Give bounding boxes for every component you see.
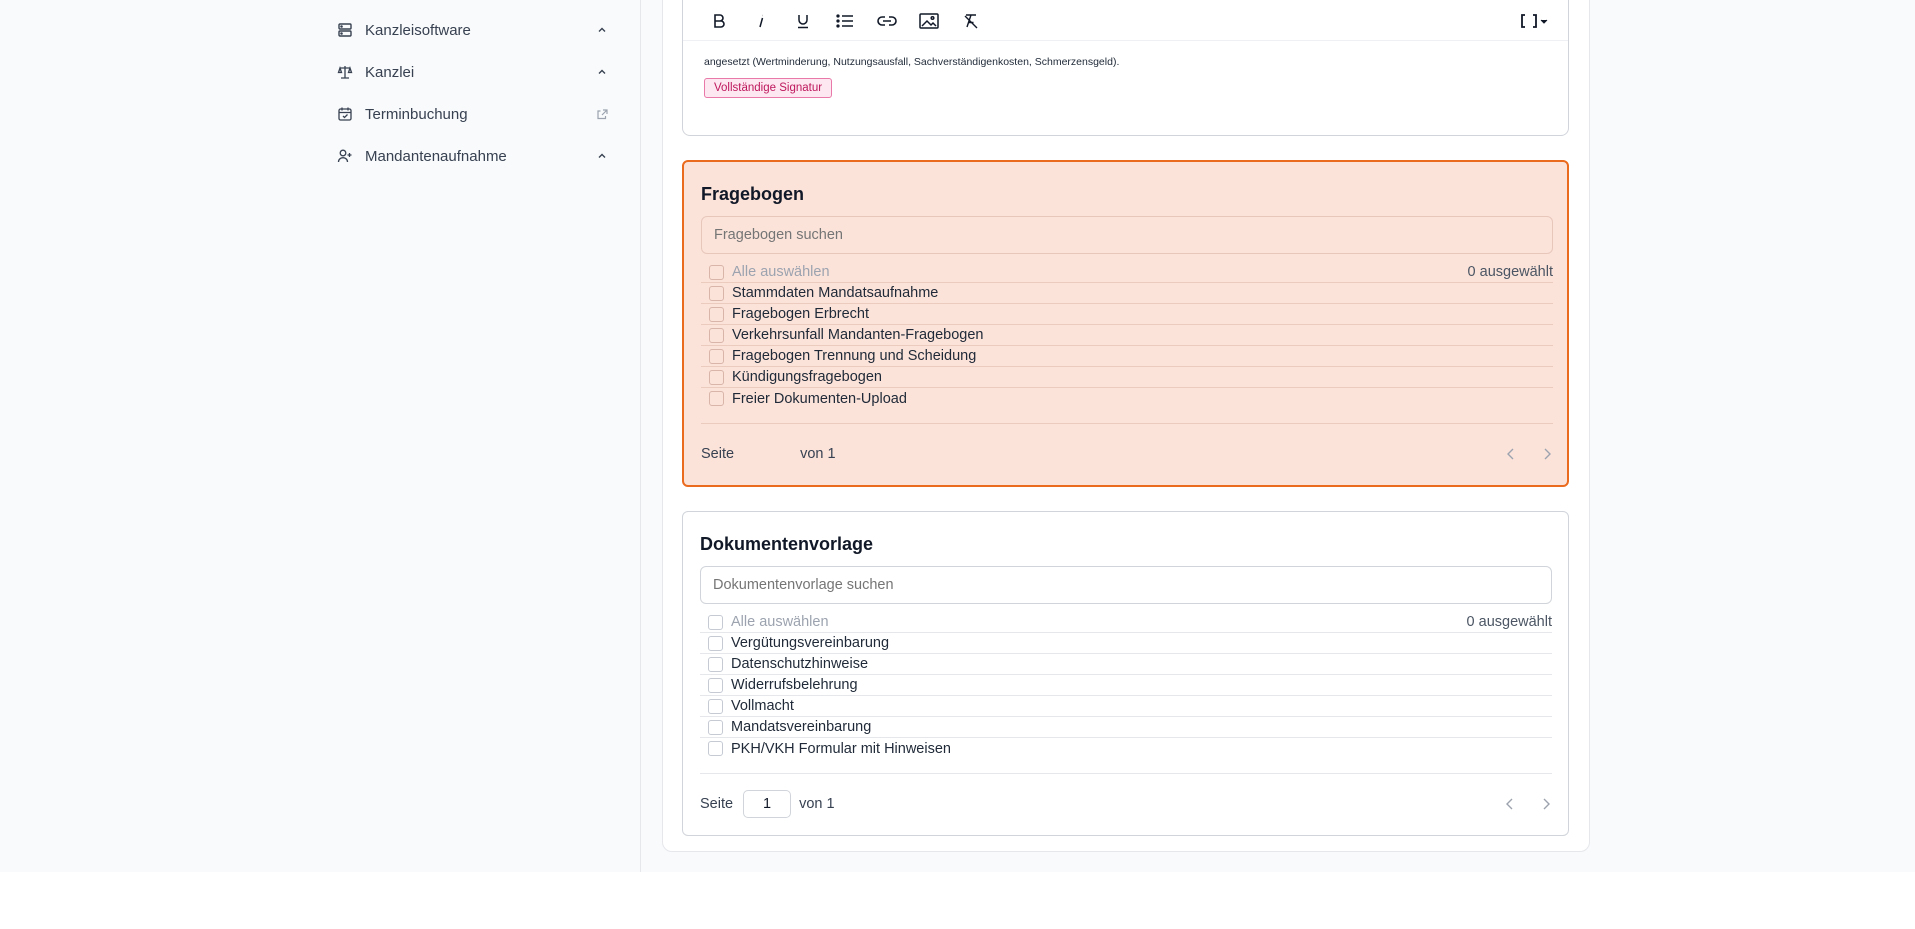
chevron-up-icon[interactable] xyxy=(595,65,609,79)
item-checkbox[interactable] xyxy=(709,306,724,322)
list-icon[interactable] xyxy=(829,5,861,37)
chevron-right-icon[interactable] xyxy=(1539,446,1555,462)
chevron-left-icon[interactable] xyxy=(1502,796,1518,812)
item-checkbox[interactable] xyxy=(709,391,724,406)
dokumentenvorlage-list: Alle auswählen 0 ausgewählt Vergütungsve… xyxy=(700,612,1552,759)
italic-icon[interactable] xyxy=(745,5,777,37)
select-all-row[interactable]: Alle auswählen 0 ausgewählt xyxy=(701,262,1553,283)
page-label: Seite xyxy=(700,796,734,812)
item-checkbox[interactable] xyxy=(709,348,724,364)
page-total: von 1 xyxy=(800,446,836,462)
item-label: Datenschutzhinweise xyxy=(731,656,869,672)
item-checkbox[interactable] xyxy=(709,327,724,343)
select-all-label: Alle auswählen xyxy=(732,264,830,280)
list-item[interactable]: Verkehrsunfall Mandanten-Fragebogen xyxy=(701,325,1553,346)
list-item[interactable]: Vollmacht xyxy=(700,696,1552,717)
item-label: Mandatsvereinbarung xyxy=(731,719,872,735)
item-label: PKH/VKH Formular mit Hinweisen xyxy=(731,740,951,757)
sidebar-item-label: Kanzleisoftware xyxy=(365,21,471,39)
item-checkbox[interactable] xyxy=(709,285,724,301)
item-checkbox[interactable] xyxy=(708,635,723,651)
image-icon[interactable] xyxy=(913,5,945,37)
clear-format-icon[interactable] xyxy=(955,5,987,37)
item-checkbox[interactable] xyxy=(708,656,723,672)
select-all-row[interactable]: Alle auswählen 0 ausgewählt xyxy=(700,612,1552,633)
user-plus-icon xyxy=(337,148,353,164)
sidebar-item-kanzlei[interactable]: Kanzlei xyxy=(337,57,609,87)
signature-editor[interactable]: angesetzt (Wertminderung, Nutzungsausfal… xyxy=(682,0,1569,136)
item-label: Verkehrsunfall Mandanten-Fragebogen xyxy=(732,327,984,343)
list-item[interactable]: Kündigungsfragebogen xyxy=(701,367,1553,388)
panel-title: Dokumentenvorlage xyxy=(700,534,874,554)
item-checkbox[interactable] xyxy=(708,698,723,714)
divider xyxy=(701,423,1553,424)
signature-badge[interactable]: Vollständige Signatur xyxy=(704,78,833,98)
list-item[interactable]: Datenschutzhinweise xyxy=(700,654,1552,675)
page-number-input[interactable] xyxy=(744,440,793,468)
bold-icon[interactable] xyxy=(703,5,735,37)
sidebar: Kanzleisoftware Kanzlei Terminbuchung Ma… xyxy=(0,0,641,872)
sidebar-item-kanzleisoftware[interactable]: Kanzleisoftware xyxy=(337,15,609,45)
brackets-icon[interactable] xyxy=(1515,5,1555,37)
underline-icon[interactable] xyxy=(787,5,819,37)
dokumentenvorlage-panel: Dokumentenvorlage Alle auswählen 0 ausge… xyxy=(682,511,1569,836)
pagination: Seite von 1 xyxy=(700,789,1552,819)
sidebar-item-mandantenaufnahme[interactable]: Mandantenaufnahme xyxy=(337,141,609,171)
list-item[interactable]: Mandatsvereinbarung xyxy=(700,717,1552,738)
list-item[interactable]: PKH/VKH Formular mit Hinweisen xyxy=(700,738,1552,759)
item-checkbox[interactable] xyxy=(708,719,723,735)
chevron-right-icon[interactable] xyxy=(1538,796,1554,812)
sidebar-item-label: Kanzlei xyxy=(365,63,415,81)
page-label: Seite xyxy=(701,446,735,462)
sidebar-item-label: Terminbuchung xyxy=(365,105,468,123)
editor-text[interactable]: angesetzt (Wertminderung, Nutzungsausfal… xyxy=(704,56,1119,68)
link-icon[interactable] xyxy=(871,5,903,37)
chevron-up-icon[interactable] xyxy=(595,149,609,163)
page-number-input[interactable] xyxy=(743,790,792,818)
fragebogen-panel: Fragebogen Alle auswählen 0 ausgewählt S… xyxy=(682,160,1569,487)
sidebar-item-label: Mandantenaufnahme xyxy=(365,147,507,165)
select-all-checkbox[interactable] xyxy=(709,264,724,280)
list-item[interactable]: Widerrufsbelehrung xyxy=(700,675,1552,696)
item-label: Vollmacht xyxy=(731,698,794,714)
panel-title: Fragebogen xyxy=(701,184,805,204)
scale-icon xyxy=(337,64,353,80)
list-item[interactable]: Fragebogen Erbrecht xyxy=(701,304,1553,325)
list-item[interactable]: Fragebogen Trennung und Scheidung xyxy=(701,346,1553,367)
selected-count: 0 ausgewählt xyxy=(1466,614,1552,630)
list-item[interactable]: Stammdaten Mandatsaufnahme xyxy=(701,283,1553,304)
dokumentenvorlage-search-input[interactable] xyxy=(700,566,1552,604)
item-label: Widerrufsbelehrung xyxy=(731,677,858,693)
select-all-checkbox[interactable] xyxy=(708,614,723,630)
sidebar-item-terminbuchung[interactable]: Terminbuchung xyxy=(337,99,609,129)
item-label: Kündigungsfragebogen xyxy=(732,369,882,385)
list-item[interactable]: Vergütungsvereinbarung xyxy=(700,633,1552,654)
item-checkbox[interactable] xyxy=(708,677,723,693)
external-link-icon[interactable] xyxy=(595,107,609,121)
chevron-up-icon[interactable] xyxy=(595,23,609,37)
item-checkbox[interactable] xyxy=(708,741,723,756)
app-window: Kanzleisoftware Kanzlei Terminbuchung Ma… xyxy=(0,0,1915,872)
fragebogen-search-input[interactable] xyxy=(701,216,1553,254)
item-label: Freier Dokumenten-Upload xyxy=(732,390,907,407)
item-checkbox[interactable] xyxy=(709,369,724,385)
item-label: Fragebogen Erbrecht xyxy=(732,306,870,322)
item-label: Fragebogen Trennung und Scheidung xyxy=(732,348,977,364)
fragebogen-list: Alle auswählen 0 ausgewählt Stammdaten M… xyxy=(701,262,1553,409)
pagination: Seite von 1 xyxy=(701,439,1553,469)
page-total: von 1 xyxy=(799,796,835,812)
item-label: Stammdaten Mandatsaufnahme xyxy=(732,285,939,301)
server-icon xyxy=(337,22,353,38)
selected-count: 0 ausgewählt xyxy=(1467,264,1553,280)
item-label: Vergütungsvereinbarung xyxy=(731,635,890,651)
list-item[interactable]: Freier Dokumenten-Upload xyxy=(701,388,1553,409)
divider xyxy=(700,773,1552,774)
editor-toolbar xyxy=(683,1,1568,41)
calendar-check-icon xyxy=(337,106,353,122)
select-all-label: Alle auswählen xyxy=(731,614,829,630)
chevron-left-icon[interactable] xyxy=(1503,446,1519,462)
